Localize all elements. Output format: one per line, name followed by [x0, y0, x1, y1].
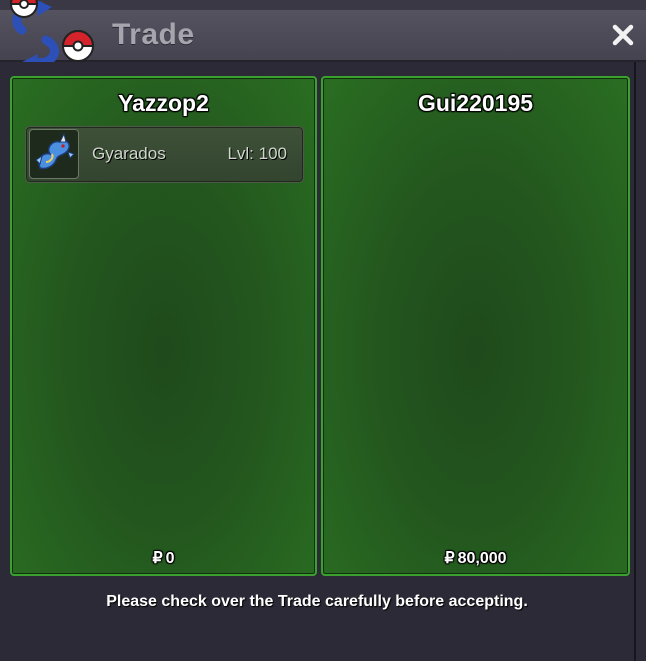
trade-body: Yazzop2 Gyarados Lvl: 100 ₽0 Gui220195 ₽…	[0, 62, 636, 661]
money-offer: ₽0	[12, 548, 315, 568]
pokemon-level: Lvl: 100	[227, 144, 287, 163]
pokemon-sprite-frame	[29, 129, 79, 179]
currency-symbol: ₽	[444, 550, 455, 567]
close-icon	[612, 24, 634, 46]
trade-window: Trade Yazzop2 Gyarados Lvl: 100 ₽ 0 Gui2…	[0, 0, 646, 661]
window-title: Trade	[112, 18, 195, 51]
money-amount: 80,000	[457, 550, 507, 567]
currency-symbol: ₽	[152, 550, 163, 567]
offered-pokemon-item[interactable]: Gyarados Lvl: 100	[25, 126, 304, 183]
pokemon-name: Gyarados	[92, 144, 166, 163]
close-button[interactable]	[606, 18, 640, 52]
money-amount: 0	[165, 550, 175, 567]
partner-money-offer: ₽80,000	[323, 548, 628, 568]
trade-notice: Please check over the Trade carefully be…	[106, 593, 528, 610]
my-offer-panel: Yazzop2 Gyarados Lvl: 100 ₽0	[10, 76, 317, 576]
gyarados-sprite-icon	[35, 132, 75, 170]
partner-name: Gui220195	[417, 90, 534, 116]
partner-offer-panel: Gui220195 ₽80,000	[321, 76, 630, 576]
player-name: Yazzop2	[118, 90, 209, 116]
